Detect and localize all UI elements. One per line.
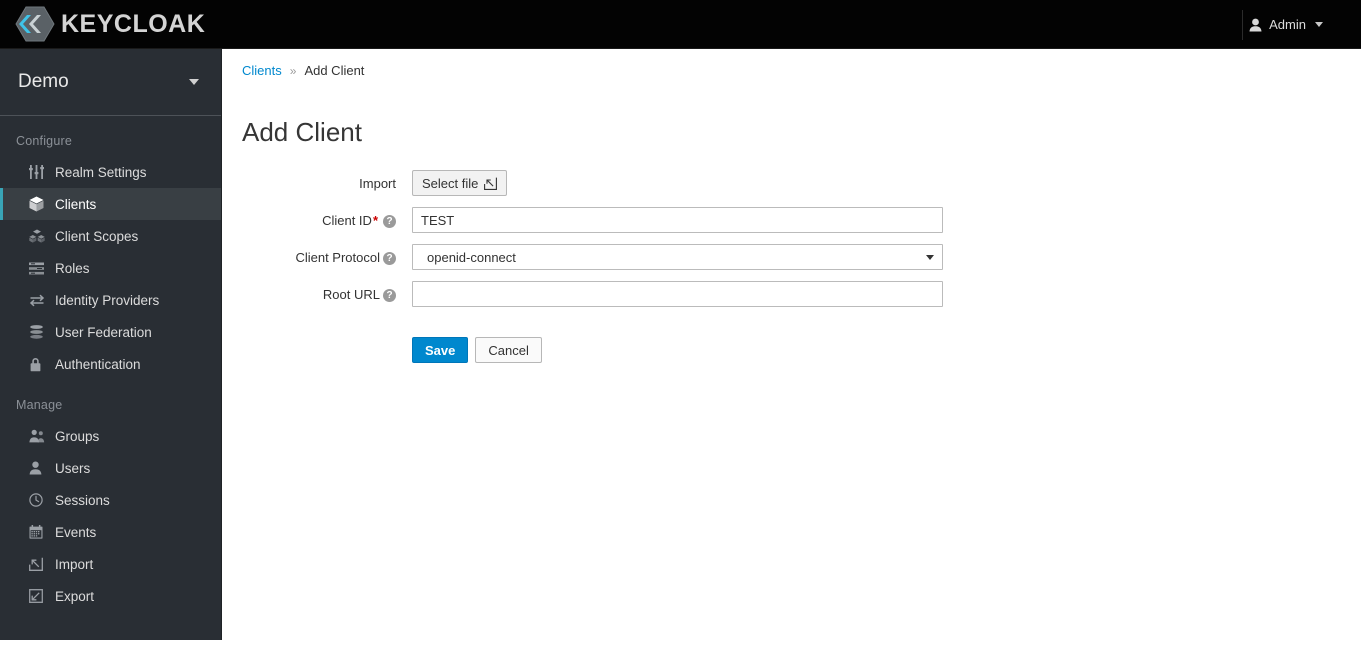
client-protocol-label: Client Protocol? [223,244,412,266]
add-client-form: Import Select file Client ID* ? TEST Cli… [223,170,1361,364]
keycloak-admin-console: KEYCLOAK Admin Demo Configure Realm Sett… [0,0,1361,653]
sidebar-item-sessions[interactable]: Sessions [0,484,221,516]
user-icon [1249,18,1262,32]
client-protocol-label-text: Client Protocol [295,250,380,266]
list-bars-icon [29,262,55,275]
sidebar-item-label: Identity Providers [55,292,160,308]
form-row-import: Import Select file [223,170,1361,197]
brand-text: KEYCLOAK [61,10,206,38]
page-title: Add Client [242,117,362,148]
client-id-field [412,207,1361,234]
sidebar-item-label: Clients [55,196,97,212]
form-row-client-id: Client ID*? [223,207,1361,234]
save-button[interactable]: Save [412,337,469,364]
sidebar-item-client-scopes[interactable]: Client Scopes [0,220,221,252]
keycloak-hexagon-logo-icon [14,4,56,44]
sidebar-item-label: Events [55,524,97,540]
form-row-client-protocol: Client Protocol? openid-connect [223,244,1361,271]
nav-section-title-manage: Manage [16,398,63,412]
help-circle-icon[interactable]: ? [383,289,396,303]
cubes-icon [29,229,55,243]
sidebar-item-users[interactable]: Users [0,452,221,484]
sidebar-item-events[interactable]: Events [0,516,221,548]
lock-icon [29,357,55,372]
client-protocol-field: openid-connect [412,244,1361,271]
export-arrow-icon [29,589,55,603]
form-row-actions: Save Cancel [223,318,1361,364]
top-header-bar: KEYCLOAK Admin [0,0,1361,49]
realm-name-label: Demo [18,71,69,92]
client-protocol-selected-value[interactable]: openid-connect [412,244,943,271]
form-row-root-url: Root URL? [223,281,1361,308]
breadcrumb-current: Add Client [304,63,365,78]
user-menu-label: Admin [1269,17,1306,32]
client-id-label-text: Client ID [322,213,372,229]
groups-icon [29,429,55,443]
client-id-input[interactable] [412,207,943,234]
sidebar-item-label: Authentication [55,356,141,372]
sidebar-item-label: Client Scopes [55,228,139,244]
chevron-down-icon [1315,22,1323,27]
realm-selector[interactable]: Demo [0,49,221,116]
sidebar-item-realm-settings[interactable]: Realm Settings [0,156,221,188]
cancel-button[interactable]: Cancel [475,337,542,364]
sidebar-item-label: Export [55,588,95,604]
database-icon [29,325,55,339]
sidebar-item-roles[interactable]: Roles [0,252,221,284]
nav-section-title-configure: Configure [16,134,72,148]
breadcrumb-link-clients[interactable]: Clients [242,63,282,78]
form-action-buttons: Save Cancel [412,337,1361,364]
sidebar-item-label: Import [55,556,94,572]
sliders-icon [29,165,55,179]
help-circle-icon[interactable]: ? [383,252,396,266]
client-protocol-select[interactable]: openid-connect [412,244,943,271]
import-field: Select file [412,170,1361,197]
sidebar-item-label: Users [55,460,91,476]
sidebar-item-label: Realm Settings [55,164,147,180]
breadcrumb: Clients » Add Client [223,49,1361,78]
root-url-field [412,281,1361,308]
sidebar-item-export[interactable]: Export [0,580,221,612]
client-id-label: Client ID*? [223,207,412,229]
sidebar-item-label: Groups [55,428,100,444]
sidebar-item-label: Sessions [55,492,110,508]
select-file-label: Select file [422,175,479,191]
sidebar-item-label: Roles [55,260,90,276]
clock-icon [29,493,55,507]
required-marker: * [372,213,378,229]
help-circle-icon[interactable]: ? [383,215,396,229]
sidebar-item-user-federation[interactable]: User Federation [0,316,221,348]
main-content: Clients » Add Client Add Client Import S… [223,49,1361,653]
sidebar-item-import[interactable]: Import [0,548,221,580]
chevron-down-icon [189,79,199,85]
select-file-button[interactable]: Select file [412,170,508,197]
calendar-icon [29,525,55,539]
sidebar-item-clients[interactable]: Clients [0,188,221,220]
import-file-icon [484,177,498,190]
root-url-label-text: Root URL [322,287,380,303]
exchange-arrows-icon [29,294,55,307]
brand-logo-area[interactable]: KEYCLOAK [14,4,205,44]
root-url-input[interactable] [412,281,943,308]
root-url-label: Root URL? [223,281,412,303]
import-label: Import [359,176,396,192]
header-divider [1242,10,1243,40]
import-arrow-icon [29,557,55,571]
cube-icon [29,196,55,212]
actions-field: Save Cancel [412,318,1361,364]
breadcrumb-separator: » [289,63,297,78]
sidebar-item-identity-providers[interactable]: Identity Providers [0,284,221,316]
actions-spacer [223,318,412,324]
sidebar-item-label: User Federation [55,324,152,340]
sidebar-item-groups[interactable]: Groups [0,420,221,452]
user-menu[interactable]: Admin [1249,0,1323,49]
sidebar-item-authentication[interactable]: Authentication [0,348,221,380]
user-icon [29,461,55,475]
sidebar-navigation: Demo Configure Realm Settings Clients Cl… [0,49,222,640]
